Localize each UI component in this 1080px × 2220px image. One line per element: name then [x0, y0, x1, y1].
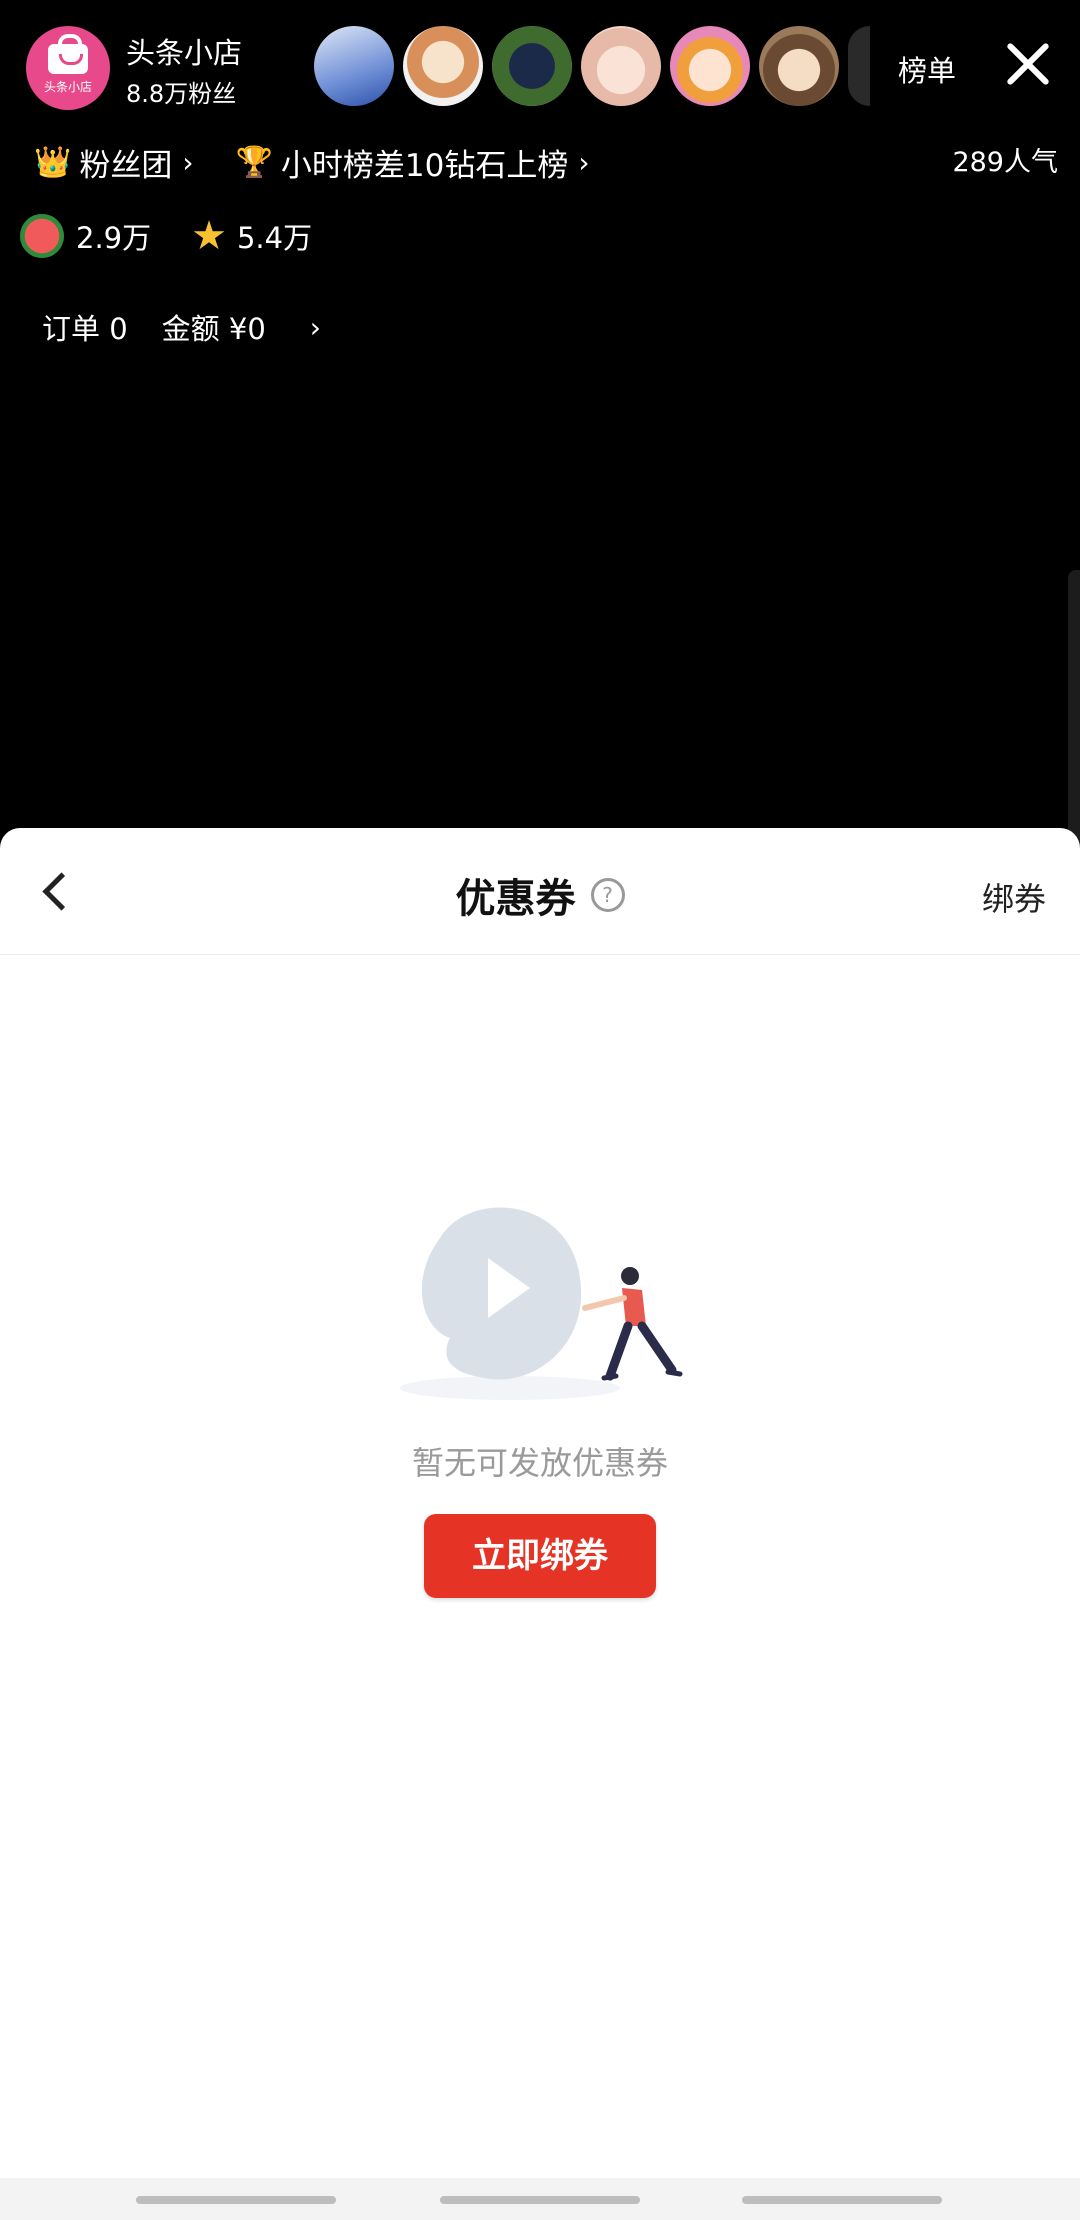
viewer-avatar-list[interactable]	[314, 26, 870, 106]
chevron-right-icon: ›	[309, 310, 321, 344]
bind-coupon-link[interactable]: 绑券	[982, 874, 1046, 920]
shop-logo-text: 头条小店	[43, 79, 92, 94]
viewer-avatar-partial	[848, 26, 870, 106]
fan-club-link[interactable]: 👑 粉丝团 ›	[34, 140, 194, 185]
bind-coupon-button[interactable]: 立即绑券	[424, 1514, 656, 1598]
popularity-count: 289人气	[952, 147, 1058, 178]
chevron-right-icon: ›	[578, 146, 590, 179]
viewer-avatar[interactable]	[670, 26, 750, 106]
system-nav-bar	[0, 2178, 1080, 2220]
empty-state-text: 暂无可发放优惠券	[411, 1444, 668, 1482]
shop-fans-count: 8.8万粉丝	[126, 80, 237, 108]
melon-stat: 2.9万	[20, 214, 151, 258]
watermelon-icon	[20, 214, 64, 258]
viewer-avatar[interactable]	[492, 26, 572, 106]
empty-state-illustration	[400, 1207, 683, 1400]
viewer-avatar[interactable]	[314, 26, 394, 106]
sheet-title-wrap: 优惠券 ?	[0, 866, 1080, 924]
shop-name[interactable]: 头条小店	[126, 30, 242, 72]
star-value: 5.4万	[236, 221, 313, 255]
rank-list-button[interactable]: 榜单	[898, 48, 956, 90]
chevron-right-icon: ›	[182, 146, 194, 179]
nav-pill-center[interactable]	[440, 2196, 640, 2204]
live-stream-area: 头条小店 头条小店 8.8万粉丝 榜单 👑 粉丝团 › 🏆 小时榜差10钻石上榜…	[0, 0, 1080, 994]
melon-value: 2.9万	[76, 221, 152, 255]
viewer-avatar[interactable]	[403, 26, 483, 106]
stats-row: 2.9万 ★ 5.4万	[20, 214, 352, 258]
viewer-avatar[interactable]	[581, 26, 661, 106]
fan-club-label: 粉丝团	[79, 148, 173, 184]
nav-pill-right[interactable]	[742, 2196, 942, 2204]
hourly-rank-label: 小时榜差10钻石上榜	[280, 148, 569, 184]
help-icon[interactable]: ?	[590, 878, 625, 912]
viewer-avatar[interactable]	[759, 26, 839, 106]
coupon-sheet: 优惠券 ? 绑券 暂无可发放优惠券 立即绑券	[0, 828, 1080, 2220]
order-amount: 金额 ¥0	[161, 312, 266, 346]
hourly-rank-link[interactable]: 🏆 小时榜差10钻石上榜 ›	[236, 140, 590, 185]
shopping-bag-icon	[48, 33, 88, 74]
trophy-icon: 🏆	[235, 145, 273, 180]
order-count: 订单 0	[42, 312, 128, 346]
close-icon[interactable]	[1004, 40, 1052, 88]
order-summary[interactable]: 订单 0 金额 ¥0 ›	[42, 306, 355, 348]
live-info-row: 👑 粉丝团 › 🏆 小时榜差10钻石上榜 ›	[34, 140, 632, 185]
nav-pill-left[interactable]	[136, 2196, 336, 2204]
star-icon: ★	[191, 213, 227, 259]
shop-avatar[interactable]: 头条小店	[26, 26, 110, 110]
sheet-header: 优惠券 ? 绑券	[0, 828, 1080, 955]
sheet-title: 优惠券	[455, 876, 576, 922]
crown-icon: 👑	[34, 145, 72, 180]
star-stat: ★ 5.4万	[191, 215, 312, 257]
